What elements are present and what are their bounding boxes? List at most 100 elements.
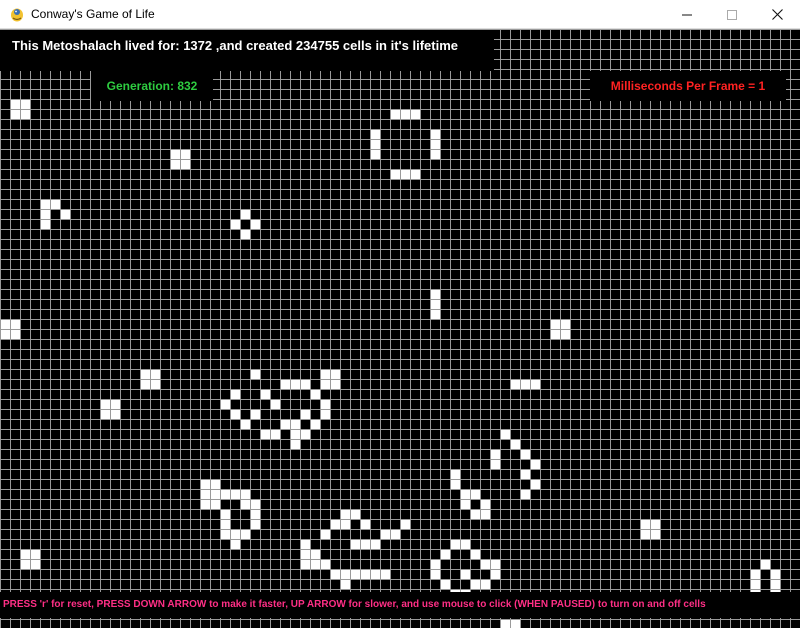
- live-cell[interactable]: [21, 550, 30, 559]
- live-cell[interactable]: [31, 560, 40, 569]
- live-cell[interactable]: [351, 540, 360, 549]
- live-cell[interactable]: [391, 530, 400, 539]
- close-button[interactable]: [754, 0, 800, 29]
- live-cell[interactable]: [521, 490, 530, 499]
- live-cell[interactable]: [431, 130, 440, 139]
- live-cell[interactable]: [321, 370, 330, 379]
- live-cell[interactable]: [281, 420, 290, 429]
- live-cell[interactable]: [141, 380, 150, 389]
- live-cell[interactable]: [271, 430, 280, 439]
- live-cell[interactable]: [461, 500, 470, 509]
- live-cell[interactable]: [111, 410, 120, 419]
- live-cell[interactable]: [221, 400, 230, 409]
- live-cell[interactable]: [301, 410, 310, 419]
- live-cell[interactable]: [391, 170, 400, 179]
- live-cell[interactable]: [271, 400, 280, 409]
- live-cell[interactable]: [341, 580, 350, 589]
- live-cell[interactable]: [491, 450, 500, 459]
- live-cell[interactable]: [481, 500, 490, 509]
- live-cell[interactable]: [321, 530, 330, 539]
- live-cell[interactable]: [311, 560, 320, 569]
- live-cell[interactable]: [331, 520, 340, 529]
- live-cell[interactable]: [181, 150, 190, 159]
- live-cell[interactable]: [441, 580, 450, 589]
- live-cell[interactable]: [21, 560, 30, 569]
- live-cell[interactable]: [231, 530, 240, 539]
- live-cell[interactable]: [31, 550, 40, 559]
- live-cell[interactable]: [431, 300, 440, 309]
- live-cell[interactable]: [101, 410, 110, 419]
- live-cell[interactable]: [171, 160, 180, 169]
- title-bar[interactable]: Conway's Game of Life: [0, 0, 800, 29]
- live-cell[interactable]: [141, 370, 150, 379]
- live-cell[interactable]: [451, 540, 460, 549]
- live-cell[interactable]: [371, 570, 380, 579]
- live-cell[interactable]: [201, 490, 210, 499]
- live-cell[interactable]: [231, 540, 240, 549]
- live-cell[interactable]: [61, 210, 70, 219]
- live-cell[interactable]: [251, 370, 260, 379]
- live-cell[interactable]: [511, 380, 520, 389]
- live-cell[interactable]: [431, 560, 440, 569]
- live-cell[interactable]: [521, 380, 530, 389]
- live-cell[interactable]: [531, 480, 540, 489]
- live-cell[interactable]: [521, 450, 530, 459]
- live-cell[interactable]: [411, 110, 420, 119]
- live-cell[interactable]: [401, 110, 410, 119]
- live-cell[interactable]: [341, 510, 350, 519]
- live-cell[interactable]: [471, 550, 480, 559]
- live-cell[interactable]: [301, 560, 310, 569]
- live-cell[interactable]: [551, 330, 560, 339]
- live-cell[interactable]: [471, 490, 480, 499]
- live-cell[interactable]: [351, 510, 360, 519]
- live-cell[interactable]: [461, 490, 470, 499]
- live-cell[interactable]: [641, 520, 650, 529]
- live-cell[interactable]: [431, 140, 440, 149]
- live-cell[interactable]: [451, 480, 460, 489]
- live-cell[interactable]: [291, 440, 300, 449]
- live-cell[interactable]: [431, 290, 440, 299]
- live-cell[interactable]: [221, 510, 230, 519]
- live-cell[interactable]: [431, 150, 440, 159]
- live-cell[interactable]: [521, 470, 530, 479]
- live-cell[interactable]: [231, 220, 240, 229]
- live-cell[interactable]: [221, 530, 230, 539]
- live-cell[interactable]: [361, 520, 370, 529]
- live-cell[interactable]: [291, 430, 300, 439]
- live-cell[interactable]: [641, 530, 650, 539]
- live-cell[interactable]: [251, 520, 260, 529]
- live-cell[interactable]: [771, 570, 780, 579]
- live-cell[interactable]: [11, 330, 20, 339]
- live-cell[interactable]: [321, 560, 330, 569]
- live-cell[interactable]: [651, 530, 660, 539]
- live-cell[interactable]: [231, 410, 240, 419]
- live-cell[interactable]: [401, 170, 410, 179]
- live-cell[interactable]: [371, 140, 380, 149]
- live-cell[interactable]: [251, 500, 260, 509]
- live-cell[interactable]: [261, 430, 270, 439]
- live-cell[interactable]: [311, 550, 320, 559]
- live-cell[interactable]: [431, 310, 440, 319]
- live-cell[interactable]: [531, 380, 540, 389]
- live-cell[interactable]: [761, 560, 770, 569]
- live-cell[interactable]: [221, 520, 230, 529]
- live-cell[interactable]: [211, 480, 220, 489]
- live-cell[interactable]: [301, 380, 310, 389]
- game-board[interactable]: This Metoshalach lived for: 1372 ,and cr…: [0, 29, 800, 628]
- live-cell[interactable]: [251, 510, 260, 519]
- live-cell[interactable]: [241, 420, 250, 429]
- live-cell[interactable]: [751, 580, 760, 589]
- live-cell[interactable]: [251, 410, 260, 419]
- live-cell[interactable]: [11, 100, 20, 109]
- live-cell[interactable]: [351, 570, 360, 579]
- live-cell[interactable]: [321, 410, 330, 419]
- live-cell[interactable]: [331, 370, 340, 379]
- live-cell[interactable]: [561, 320, 570, 329]
- live-cell[interactable]: [201, 480, 210, 489]
- live-cell[interactable]: [391, 110, 400, 119]
- live-cell[interactable]: [11, 110, 20, 119]
- live-cell[interactable]: [491, 570, 500, 579]
- live-cell[interactable]: [411, 170, 420, 179]
- live-cell[interactable]: [221, 490, 230, 499]
- live-cell[interactable]: [381, 570, 390, 579]
